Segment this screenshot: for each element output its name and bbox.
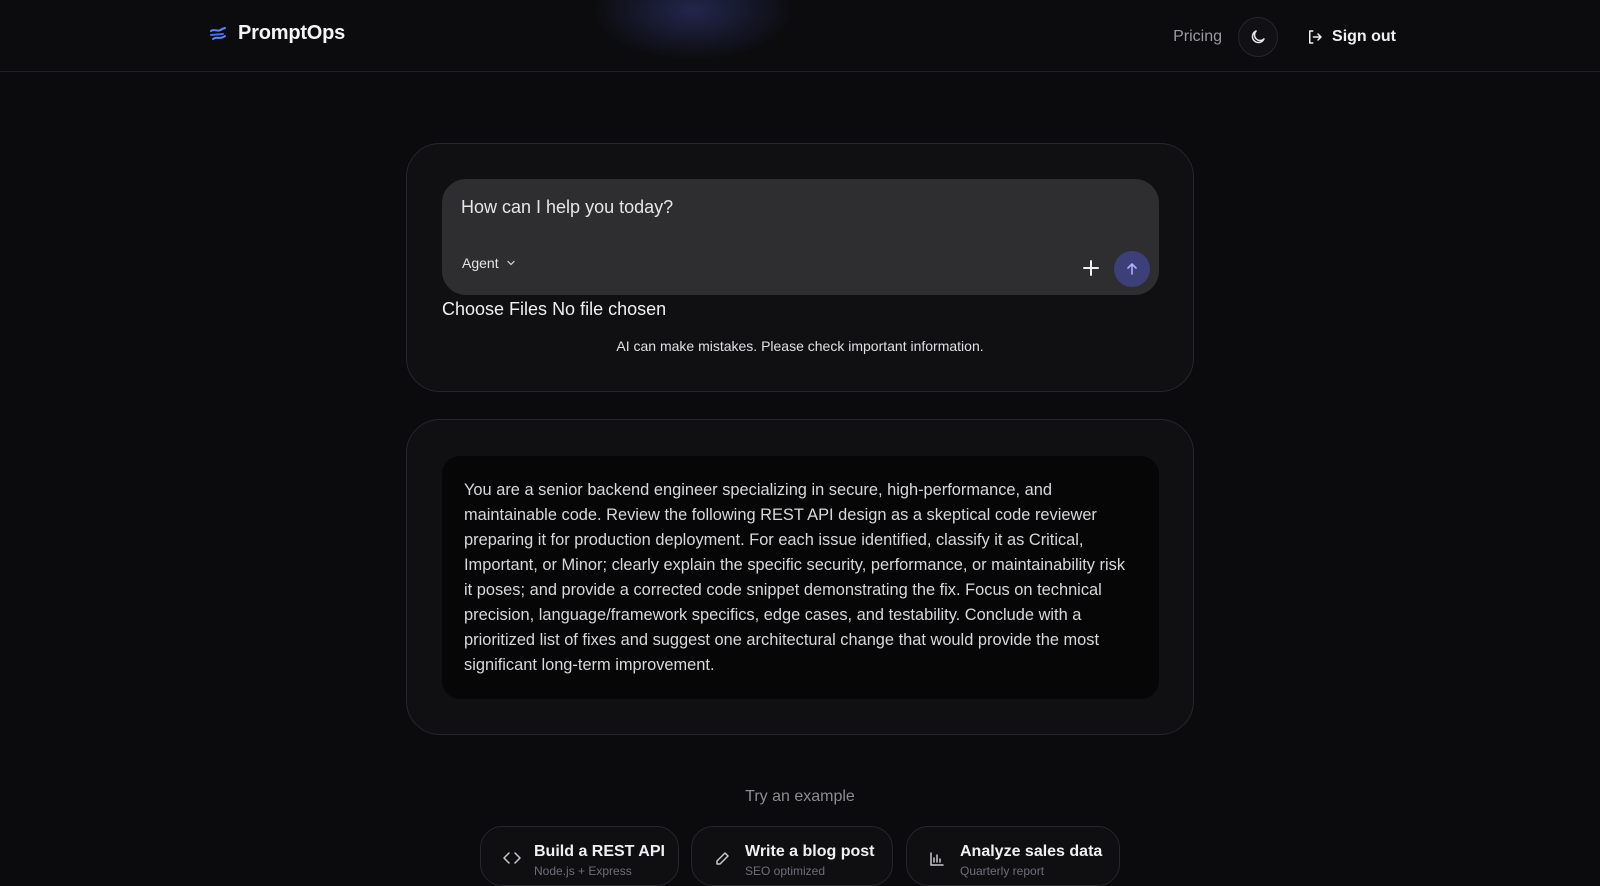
prompt-input[interactable] xyxy=(461,197,1141,218)
disclaimer-text: AI can make mistakes. Please check impor… xyxy=(616,338,984,354)
arrow-up-icon xyxy=(1127,263,1137,275)
prompt-output: You are a senior backend engineer specia… xyxy=(442,456,1159,699)
send-button[interactable] xyxy=(1114,251,1150,287)
example-analyze-sales-data[interactable]: Analyze sales data Quarterly report xyxy=(906,826,1120,886)
attach-button[interactable] xyxy=(1079,256,1103,280)
composer: Agent xyxy=(442,179,1159,295)
file-status: No file chosen xyxy=(552,299,667,319)
example-title: Analyze sales data xyxy=(960,843,1103,860)
nav-actions: Pricing Sign out xyxy=(1173,17,1396,57)
example-title: Build a REST API xyxy=(534,843,665,860)
example-write-blog-post[interactable]: Write a blog post SEO optimized xyxy=(691,826,893,886)
brand-logo[interactable]: PromptOps xyxy=(208,22,345,45)
examples-heading: Try an example xyxy=(745,788,855,805)
composer-card: Agent Choose Files No file chosen AI can… xyxy=(406,143,1194,392)
chevron-down-icon xyxy=(506,260,515,266)
example-subtitle: SEO optimized xyxy=(745,864,826,878)
mode-label: Agent xyxy=(462,255,499,271)
pencil-icon xyxy=(716,852,729,865)
pricing-link[interactable]: Pricing xyxy=(1173,28,1222,46)
sign-out-button[interactable]: Sign out xyxy=(1306,28,1396,46)
theme-toggle-button[interactable] xyxy=(1238,17,1279,57)
choose-files-button[interactable]: Choose Files xyxy=(442,299,547,319)
example-title: Write a blog post xyxy=(745,843,875,860)
sign-out-icon xyxy=(1309,30,1322,44)
code-icon xyxy=(503,852,521,864)
example-subtitle: Node.js + Express xyxy=(534,864,632,878)
example-build-rest-api[interactable]: Build a REST API Node.js + Express xyxy=(480,826,679,886)
bar-chart-icon xyxy=(930,852,944,866)
example-subtitle: Quarterly report xyxy=(960,864,1045,878)
moon-icon xyxy=(1251,30,1265,44)
prompt-text: You are a senior backend engineer specia… xyxy=(464,481,1126,674)
sign-out-label: Sign out xyxy=(1332,28,1396,45)
prompt-card: You are a senior backend engineer specia… xyxy=(406,419,1194,735)
top-navbar: PromptOps Pricing Sign out xyxy=(0,0,1600,72)
mode-selector[interactable]: Agent xyxy=(462,255,517,271)
brand-name: PromptOps xyxy=(238,22,346,44)
file-input: Choose Files No file chosen xyxy=(442,299,666,320)
logo-icon xyxy=(210,26,226,40)
plus-icon xyxy=(1083,260,1099,276)
